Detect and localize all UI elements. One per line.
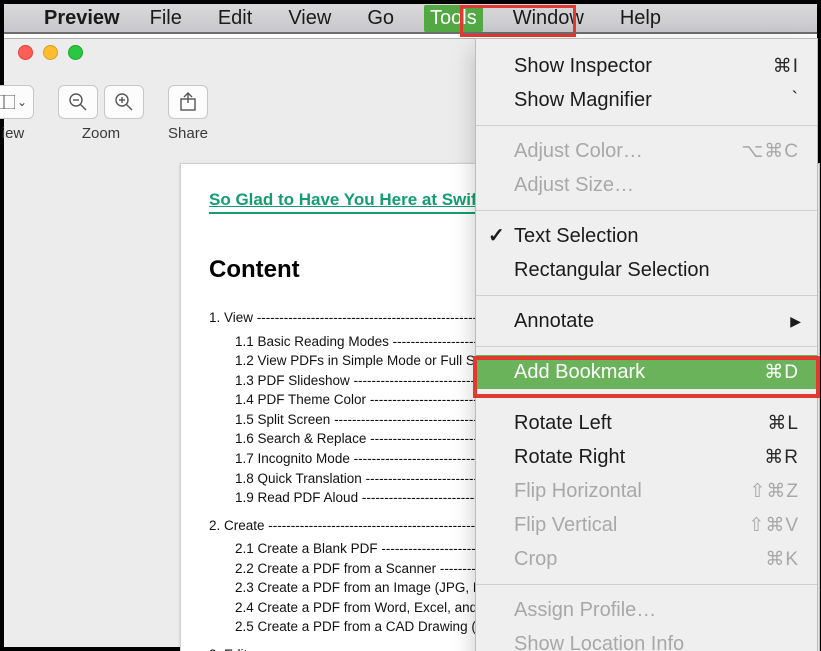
menu-item-show-magnifier[interactable]: Show Magnifier ` (476, 83, 817, 117)
menu-item-rotate-left[interactable]: Rotate Left ⌘L (476, 406, 817, 440)
menu-item-label: Crop (514, 548, 557, 571)
menu-separator (476, 295, 817, 296)
menu-item-label: Rotate Left (514, 412, 612, 435)
menu-item-label: Rectangular Selection (514, 259, 710, 282)
menu-separator (476, 125, 817, 126)
menu-item-label: Show Location Info (514, 633, 684, 651)
menu-item-label: Flip Vertical (514, 514, 617, 537)
menu-item-label: Flip Horizontal (514, 480, 642, 503)
toolbar-share-group: Share (168, 85, 208, 142)
menu-item-crop: Crop ⌘K (476, 542, 817, 576)
menu-item-label: Show Inspector (514, 55, 652, 78)
toolbar-zoom-group: Zoom (58, 85, 144, 142)
view-mode-button[interactable]: ⌄ (0, 85, 34, 119)
menu-item-label: Assign Profile… (514, 599, 656, 622)
menu-item-flip-vertical: Flip Vertical ⇧⌘V (476, 508, 817, 542)
menu-separator (476, 346, 817, 347)
menu-item-label: Show Magnifier (514, 89, 652, 112)
menu-edit[interactable]: Edit (212, 5, 258, 32)
menu-item-flip-horizontal: Flip Horizontal ⇧⌘Z (476, 474, 817, 508)
menu-window[interactable]: Window (507, 5, 590, 32)
menu-item-label: Add Bookmark (514, 361, 645, 384)
menu-item-label: Text Selection (514, 225, 639, 248)
menu-item-shortcut: ⇧⌘Z (749, 480, 799, 503)
sidebar-icon (0, 95, 15, 109)
menu-item-rectangular-selection[interactable]: Rectangular Selection (476, 253, 817, 287)
menu-separator (476, 584, 817, 585)
menu-item-shortcut: ⌘L (767, 412, 799, 435)
window-close-button[interactable] (18, 45, 33, 60)
chevron-down-icon: ⌄ (17, 95, 27, 109)
zoom-out-button[interactable] (58, 85, 98, 119)
share-icon (179, 92, 197, 112)
window-zoom-button[interactable] (68, 45, 83, 60)
menu-item-shortcut: ` (792, 89, 799, 111)
menu-item-text-selection[interactable]: Text Selection (476, 219, 817, 253)
menu-item-add-bookmark[interactable]: Add Bookmark ⌘D (476, 355, 817, 389)
toolbar-view-group: ⌄ iew (0, 85, 34, 142)
menu-item-label: Rotate Right (514, 446, 625, 469)
zoom-in-icon (114, 92, 134, 112)
window-controls (18, 45, 83, 60)
menu-item-show-location-info: Show Location Info (476, 627, 817, 651)
menu-item-show-inspector[interactable]: Show Inspector ⌘I (476, 49, 817, 83)
menu-item-adjust-size: Adjust Size… (476, 168, 817, 202)
toolbar-zoom-label: Zoom (82, 125, 120, 142)
menu-item-rotate-right[interactable]: Rotate Right ⌘R (476, 440, 817, 474)
menu-item-shortcut: ⌘D (764, 361, 799, 384)
zoom-out-icon (68, 92, 88, 112)
menu-item-shortcut: ⌘I (773, 55, 799, 78)
menu-item-annotate[interactable]: Annotate (476, 304, 817, 338)
menu-item-adjust-color: Adjust Color… ⌥⌘C (476, 134, 817, 168)
tools-dropdown-menu: Show Inspector ⌘I Show Magnifier ` Adjust Co… (475, 38, 818, 651)
menu-separator (476, 210, 817, 211)
window-minimize-button[interactable] (43, 45, 58, 60)
toolbar-share-label: Share (168, 125, 208, 142)
menu-item-shortcut: ⇧⌘V (748, 514, 799, 537)
menu-item-shortcut: ⌘R (764, 446, 799, 469)
menu-view[interactable]: View (282, 5, 337, 32)
menu-item-assign-profile: Assign Profile… (476, 593, 817, 627)
toolbar-view-label: iew (2, 125, 25, 142)
menu-tools[interactable]: Tools (424, 5, 483, 32)
menu-item-label: Adjust Color… (514, 140, 643, 163)
menu-go[interactable]: Go (361, 5, 400, 32)
menu-item-label: Annotate (514, 310, 594, 333)
menu-help[interactable]: Help (614, 5, 667, 32)
menu-item-label: Adjust Size… (514, 174, 634, 197)
share-button[interactable] (168, 85, 208, 119)
menu-item-shortcut: ⌥⌘C (741, 140, 799, 163)
zoom-in-button[interactable] (104, 85, 144, 119)
menu-file[interactable]: File (144, 5, 188, 32)
menu-separator (476, 397, 817, 398)
app-name[interactable]: Preview (44, 7, 120, 30)
menu-item-shortcut: ⌘K (765, 548, 799, 571)
menubar: Preview File Edit View Go Tools Window H… (4, 4, 817, 34)
